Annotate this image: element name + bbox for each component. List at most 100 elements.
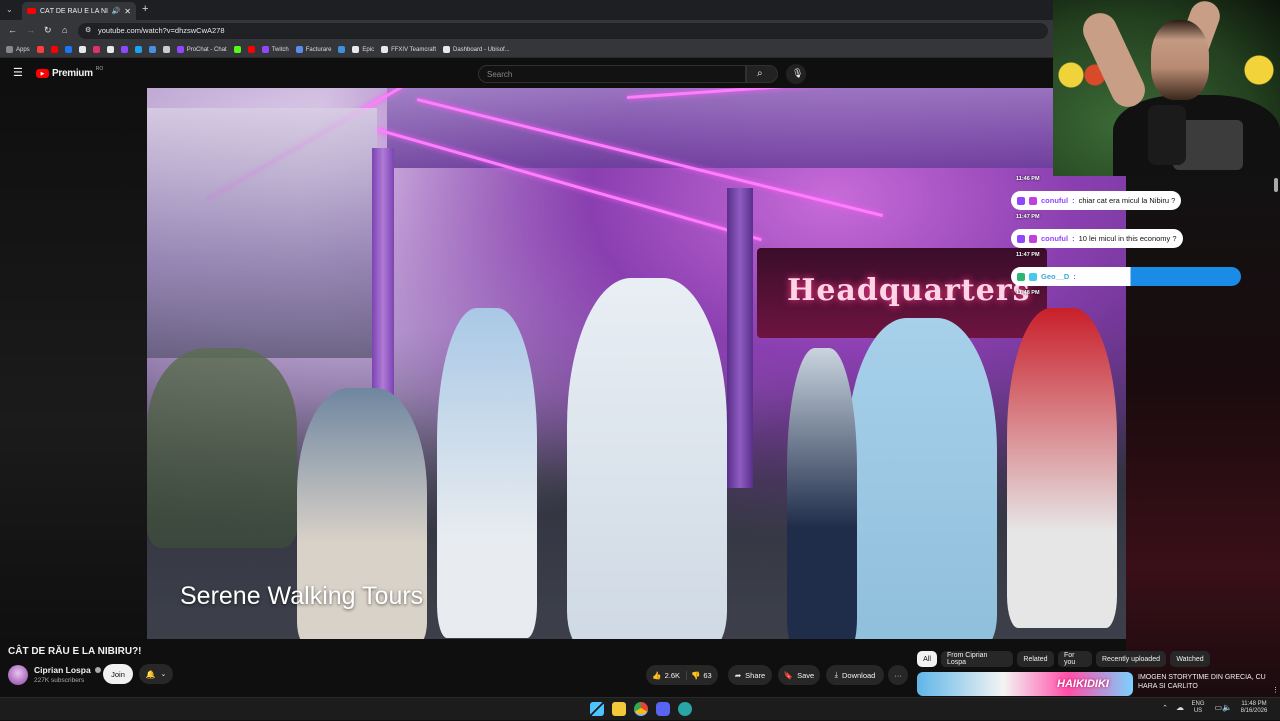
bookmark-item[interactable] [120,46,128,53]
bookmark-item[interactable] [78,46,86,53]
bookmark-item[interactable] [50,46,58,53]
video-roof-structure [387,88,1126,168]
tab-close-icon[interactable]: ✕ [124,7,131,16]
bookmark-item[interactable]: Apps [6,46,30,53]
person [787,348,857,639]
recommended-thumbnail[interactable]: HAIKIDIKI [917,672,1133,696]
like-button[interactable]: 👍 2.6K [652,670,688,680]
save-button[interactable]: 🔖 Save [778,665,820,685]
microphone [1148,105,1186,165]
like-count: 2.6K [664,670,681,680]
download-icon: ⤓ [834,670,838,679]
channel-name[interactable]: Ciprian Lospa [34,665,102,675]
bookmark-item[interactable] [162,46,170,53]
file-explorer-icon[interactable] [612,702,626,716]
volume-icon[interactable]: 🔈 [1222,703,1232,712]
bookmark-item[interactable]: Epic [352,46,374,53]
chip-5[interactable]: Watched [1170,651,1210,667]
bookmark-item[interactable]: ProChat - Chat [176,46,227,53]
bookmark-icon [295,46,303,53]
download-button[interactable]: ⤓ Download [826,665,884,685]
youtube-favicon-icon [27,8,36,14]
chat-timestamp: 11:47 PM [1016,214,1040,220]
video-title: CÂT DE RĂU E LA NIBIRU?! [8,646,142,657]
microphone-icon: 🎙 [792,68,804,78]
join-button[interactable]: Join [103,664,133,684]
windows-start-icon[interactable] [590,702,604,716]
left-building [147,108,377,358]
bookmark-item[interactable] [36,46,44,53]
chevron-down-icon: ⌄ [160,671,167,678]
forward-icon[interactable]: → [26,25,35,35]
thumbnail-text: HAIKIDIKI [1057,678,1109,690]
search-input[interactable]: Search [478,65,746,83]
chat-timestamp: 11:46 PM [1016,176,1040,182]
language-indicator[interactable]: ENG US [1190,701,1206,715]
bookmark-item[interactable] [134,46,142,53]
tray-expand-icon[interactable]: ⌃ [1162,704,1168,712]
person [437,308,537,638]
bookmark-icon [6,46,13,53]
chat-badge-icon [1029,196,1037,205]
save-icon: 🔖 [783,670,794,680]
chat-message: conuful:10 lei micul in this economy ? [1011,229,1183,248]
bookmark-item[interactable] [148,46,156,53]
recommended-title[interactable]: IMOGEN STORYTIME DIN GRECIA, CU HARA SI … [1138,673,1268,691]
dislike-button[interactable]: 👎 63 [691,671,712,680]
bookmark-item[interactable]: Facturare [295,46,331,53]
network-icon[interactable]: ▭ [1214,703,1222,712]
chip-1[interactable]: From Ciprian Lospa [941,651,1013,667]
bookmark-item[interactable]: Twitch [261,46,289,53]
channel-avatar[interactable] [8,665,28,685]
bookmark-item[interactable] [92,46,100,53]
bookmark-item[interactable] [64,46,72,53]
notifications-button[interactable]: 🔔 ⌄ [139,664,173,684]
chip-3[interactable]: For you [1058,651,1092,667]
bookmark-item[interactable] [247,46,255,53]
search-button[interactable]: ⌕ [746,65,778,83]
tab-audio-icon[interactable]: 🔊 [112,7,121,15]
youtube-logo[interactable]: ▶ Premium RO [36,66,103,79]
chip-0[interactable]: All [917,651,937,667]
video-watermark: Serene Walking Tours [180,582,424,610]
chip-2[interactable]: Related [1017,651,1054,667]
site-info-icon[interactable]: ⚙ [85,26,91,34]
reload-icon[interactable]: ↻ [44,25,52,36]
bookmark-item[interactable]: Dashboard - Ubisof... [443,46,510,53]
new-tab-icon[interactable]: + [142,3,148,15]
chat-username: conuful [1041,234,1069,243]
download-label: Download [841,670,876,680]
browser-tab[interactable]: CÂT DE RĂU E LA NIBIRU!! 🔊 ✕ [22,2,136,20]
share-button[interactable]: ➦ Share [728,665,772,685]
cloud-icon[interactable]: ☁ [1176,703,1184,712]
home-icon[interactable]: ⌂ [62,25,67,35]
discord-icon[interactable] [656,702,670,716]
person [1007,308,1117,628]
bookmark-item[interactable] [106,46,114,53]
recommended-more-icon[interactable]: ⋮ [1272,686,1279,694]
omnibox[interactable]: ⚙ youtube.com/watch?v=dhzswCwA278 [78,23,1048,39]
chat-badge-icon [1029,234,1037,243]
clock[interactable]: 11:48 PM 8/16/2026 [1236,701,1272,715]
menu-icon[interactable]: ☰ [13,66,23,79]
chat-badge-icon [1017,272,1025,281]
video-player[interactable]: Headquarters Serene Walking Tours [147,88,1126,639]
thumbs-up-icon: 👍 [652,670,662,680]
bookmark-item[interactable] [233,46,241,53]
tab-menu-icon[interactable]: ⌄ [6,5,13,14]
bookmark-item[interactable] [338,46,346,53]
scrollbar-thumb[interactable] [1274,178,1278,192]
back-icon[interactable]: ← [8,25,17,35]
more-actions-button[interactable]: ··· [888,665,908,685]
webcam-plushies [1238,50,1280,90]
bookmark-icon [233,46,241,53]
bookmark-label: Dashboard - Ubisof... [453,46,510,53]
app-icon[interactable] [678,702,692,716]
person [847,318,997,639]
chrome-icon[interactable] [634,702,648,716]
voice-search-button[interactable]: 🎙 [786,64,806,84]
bookmark-item[interactable]: FFXIV Teamcraft [381,46,436,53]
bookmark-icon [176,46,184,53]
chip-4[interactable]: Recently uploaded [1096,651,1166,667]
more-icon: ··· [894,670,902,680]
